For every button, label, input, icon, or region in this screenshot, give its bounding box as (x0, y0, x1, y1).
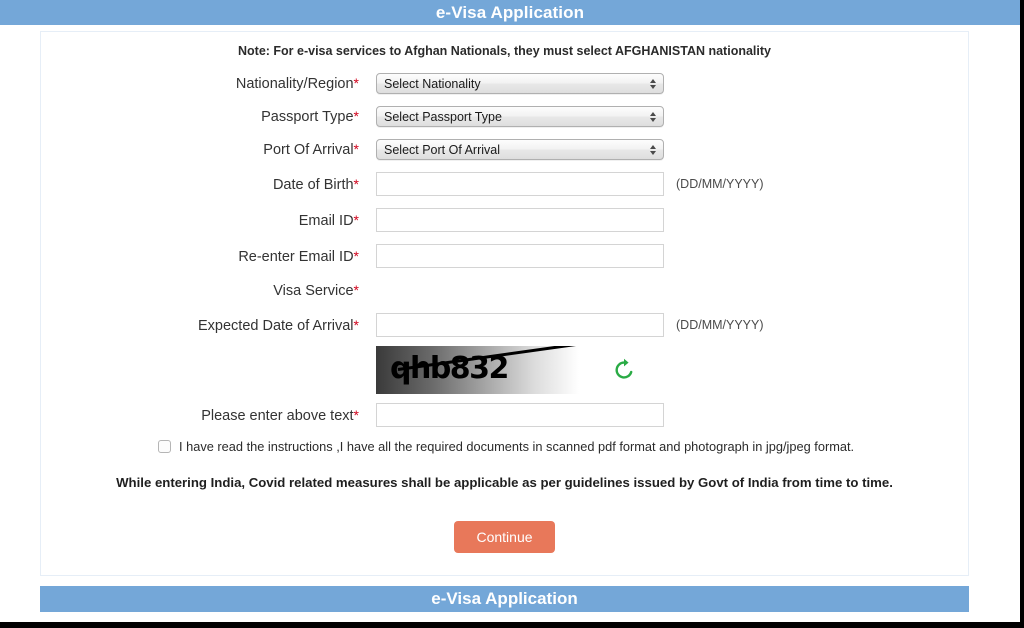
label-captcha-input-text: Please enter above text (201, 407, 354, 424)
label-date-of-birth-text: Date of Birth (272, 176, 354, 193)
required-marker: * (353, 247, 359, 264)
covid-notice: While entering India, Covid related meas… (116, 475, 893, 490)
afghan-nationals-note: Note: For e-visa services to Afghan Nati… (238, 44, 771, 58)
row-passport-type: Passport Type* Select Passport Type (41, 100, 968, 133)
label-port-of-arrival-text: Port Of Arrival (263, 142, 354, 158)
control-email (376, 208, 664, 232)
label-email: Email ID* (41, 212, 359, 229)
required-marker: * (353, 406, 359, 423)
label-reenter-email: Re-enter Email ID* (41, 248, 359, 265)
email-input[interactable] (376, 208, 664, 232)
date-of-birth-input[interactable] (376, 172, 664, 196)
refresh-icon[interactable] (611, 357, 637, 383)
evisa-application-page: e-Visa Application Note: For e-visa serv… (0, 0, 1020, 622)
page-title-header: e-Visa Application (0, 0, 1020, 25)
nationality-select-wrap: Select Nationality (376, 73, 664, 94)
row-captcha-input: Please enter above text* (41, 397, 968, 433)
required-marker: * (353, 75, 359, 91)
row-expected-date-of-arrival: Expected Date of Arrival* (DD/MM/YYYY) (41, 307, 968, 343)
label-expected-date-of-arrival-text: Expected Date of Arrival (197, 317, 354, 334)
label-passport-type: Passport Type* (41, 108, 359, 125)
row-email: Email ID* (41, 202, 968, 238)
label-email-text: Email ID (298, 212, 354, 229)
port-of-arrival-select[interactable]: Select Port Of Arrival (376, 139, 664, 160)
control-port-of-arrival: Select Port Of Arrival (376, 139, 664, 160)
required-marker: * (353, 141, 359, 157)
form-panel: Note: For e-visa services to Afghan Nati… (40, 31, 969, 576)
row-visa-service: Visa Service* (41, 274, 968, 307)
label-nationality-text: Nationality/Region (235, 76, 354, 92)
label-port-of-arrival: Port Of Arrival* (41, 141, 359, 158)
actions-row: Continue (41, 521, 968, 553)
expected-date-of-arrival-format-hint: (DD/MM/YYYY) (676, 318, 764, 332)
row-nationality: Nationality/Region* Select Nationality (41, 67, 968, 100)
label-passport-type-text: Passport Type (261, 109, 354, 125)
nationality-select[interactable]: Select Nationality (376, 73, 664, 94)
required-marker: * (353, 282, 359, 298)
control-date-of-birth (376, 172, 664, 196)
captcha-input[interactable] (376, 403, 664, 427)
row-reenter-email: Re-enter Email ID* (41, 238, 968, 274)
consent-label[interactable]: I have read the instructions ,I have all… (179, 439, 854, 454)
control-passport-type: Select Passport Type (376, 106, 664, 127)
captcha-image: qhb832 (376, 346, 579, 394)
row-date-of-birth: Date of Birth* (DD/MM/YYYY) (41, 166, 968, 202)
required-marker: * (353, 108, 359, 124)
captcha-row: qhb832 (41, 343, 968, 397)
consent-row: I have read the instructions ,I have all… (41, 439, 968, 454)
port-of-arrival-select-wrap: Select Port Of Arrival (376, 139, 664, 160)
expected-date-of-arrival-input[interactable] (376, 313, 664, 337)
label-date-of-birth: Date of Birth* (41, 176, 359, 193)
required-marker: * (353, 175, 359, 192)
label-expected-date-of-arrival: Expected Date of Arrival* (41, 317, 359, 334)
frame-edge-right (1020, 0, 1024, 628)
consent-checkbox[interactable] (158, 440, 171, 453)
control-reenter-email (376, 244, 664, 268)
required-marker: * (353, 211, 359, 228)
control-captcha-input (376, 403, 664, 427)
label-captcha-input: Please enter above text* (41, 407, 359, 424)
control-expected-date-of-arrival (376, 313, 664, 337)
date-of-birth-format-hint: (DD/MM/YYYY) (676, 177, 764, 191)
page-title-footer: e-Visa Application (40, 586, 969, 612)
reenter-email-input[interactable] (376, 244, 664, 268)
label-visa-service-text: Visa Service (273, 283, 354, 299)
passport-type-select-wrap: Select Passport Type (376, 106, 664, 127)
continue-button[interactable]: Continue (454, 521, 555, 553)
label-nationality: Nationality/Region* (41, 75, 359, 92)
row-port-of-arrival: Port Of Arrival* Select Port Of Arrival (41, 133, 968, 166)
label-visa-service: Visa Service* (41, 282, 359, 299)
required-marker: * (353, 316, 359, 333)
label-reenter-email-text: Re-enter Email ID (238, 248, 354, 265)
control-nationality: Select Nationality (376, 73, 664, 94)
passport-type-select[interactable]: Select Passport Type (376, 106, 664, 127)
frame-edge-bottom (0, 622, 1024, 628)
visa-application-form: Nationality/Region* Select Nationality P… (41, 67, 968, 454)
